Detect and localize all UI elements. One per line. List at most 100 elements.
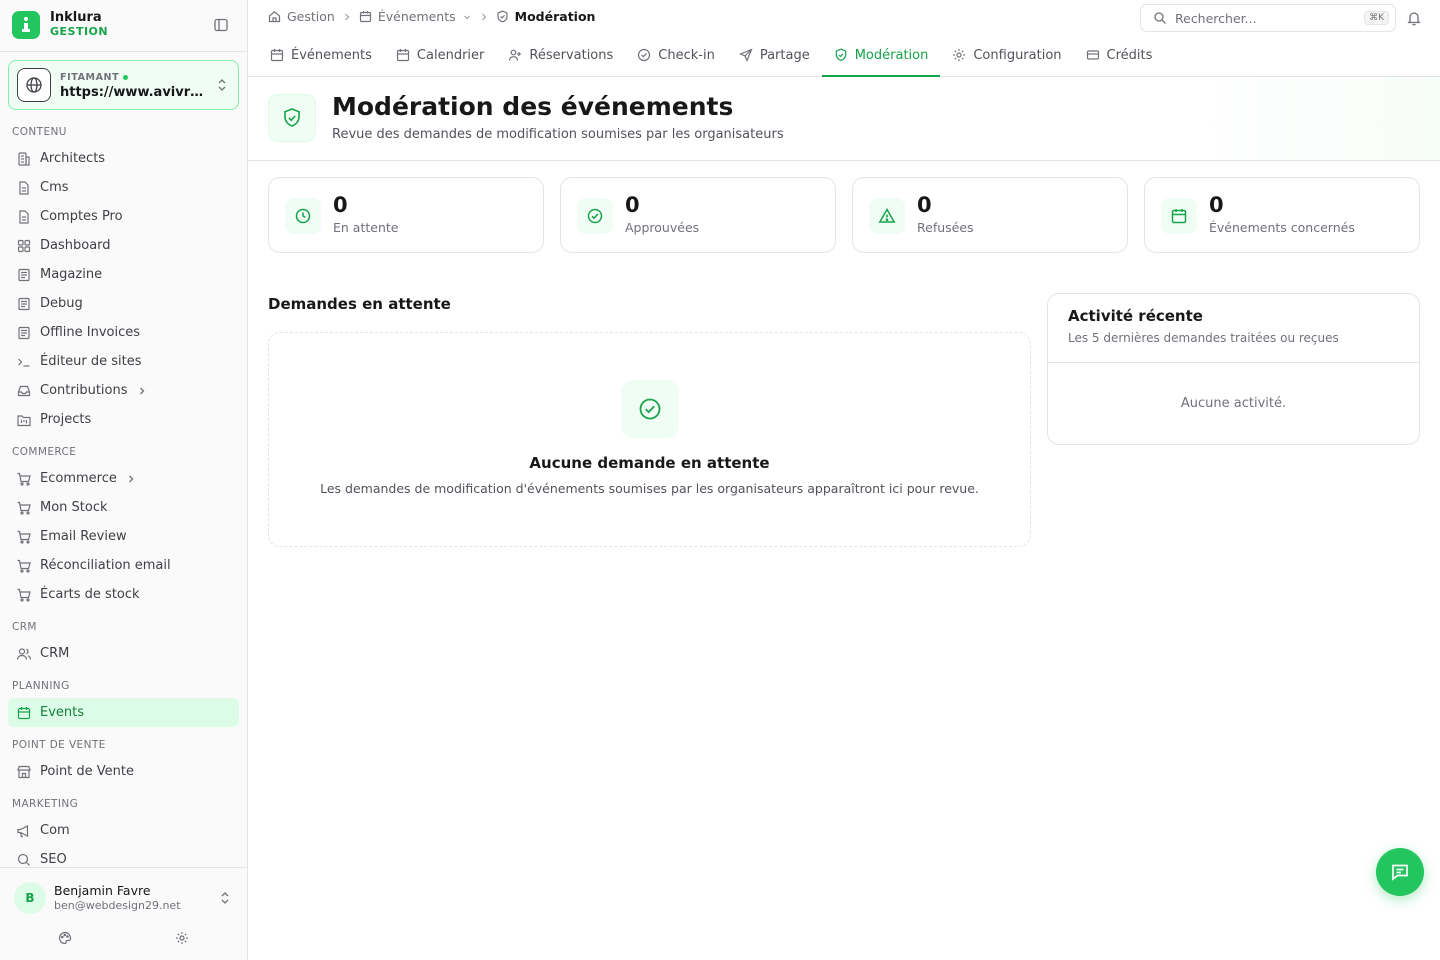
sidebar-item-label: Com — [40, 823, 70, 838]
stat-value: 0 — [333, 193, 348, 217]
tab-evenements[interactable]: Événements — [258, 34, 384, 76]
sidebar-item-editeur-sites[interactable]: Éditeur de sites — [8, 347, 239, 376]
sidebar-item-label: Contributions — [40, 383, 128, 398]
tab-configuration[interactable]: Configuration — [940, 34, 1073, 76]
sidebar-item-comptes-pro[interactable]: Comptes Pro — [8, 202, 239, 231]
circle-check-icon — [621, 380, 679, 438]
breadcrumb-parent-label: Événements — [377, 9, 456, 24]
stat-value: 0 — [625, 193, 640, 217]
shopping-cart-icon — [16, 529, 32, 545]
building-icon — [16, 151, 32, 167]
sidebar-item-magazine[interactable]: Magazine — [8, 260, 239, 289]
sidebar-item-projects[interactable]: Projects — [8, 405, 239, 434]
sidebar-item-ecommerce[interactable]: Ecommerce — [8, 464, 239, 493]
sidebar: Inklura GESTION FITAMANT https://www.avi… — [0, 0, 248, 960]
tab-label: Crédits — [1106, 47, 1153, 63]
sidebar-item-reconciliation-email[interactable]: Réconciliation email — [8, 551, 239, 580]
sidebar-item-email-review[interactable]: Email Review — [8, 522, 239, 551]
layout-grid-icon — [16, 238, 32, 254]
sidebar-item-ecarts-stock[interactable]: Écarts de stock — [8, 580, 239, 609]
chat-button[interactable] — [1376, 848, 1424, 896]
sidebar-item-debug[interactable]: Debug — [8, 289, 239, 318]
sidebar-item-architects[interactable]: Architects — [8, 144, 239, 173]
search-input[interactable] — [1175, 10, 1355, 26]
sidebar-item-label: Éditeur de sites — [40, 354, 142, 369]
sidebar-item-offline-invoices[interactable]: Offline Invoices — [8, 318, 239, 347]
inbox-icon — [16, 383, 32, 399]
credit-card-icon — [1086, 48, 1100, 62]
sidebar-item-crm[interactable]: CRM — [8, 639, 239, 668]
search-shortcut-badge: ⌘K — [1364, 11, 1389, 25]
tab-checkin[interactable]: Check-in — [625, 34, 727, 76]
tab-calendrier[interactable]: Calendrier — [384, 34, 496, 76]
calendar-icon — [270, 48, 284, 62]
file-text-icon — [16, 209, 32, 225]
brand-logo-icon — [12, 11, 40, 39]
brand-name: Inklura — [50, 10, 102, 25]
sidebar-item-label: Écarts de stock — [40, 587, 140, 602]
sidebar-item-events[interactable]: Events — [8, 698, 239, 727]
nav-section-contenu: CONTENU — [12, 126, 67, 138]
sidebar-item-cms[interactable]: Cms — [8, 173, 239, 202]
tab-reservations[interactable]: Réservations — [496, 34, 625, 76]
user-menu[interactable]: B Benjamin Favre ben@webdesign29.net — [0, 868, 247, 928]
sidebar-divider — [0, 51, 248, 52]
chevron-right-icon — [125, 473, 137, 485]
breadcrumb-current-label: Modération — [514, 9, 596, 24]
sidebar-item-mon-stock[interactable]: Mon Stock — [8, 493, 239, 522]
workspace-label: FITAMANT — [60, 72, 120, 83]
sidebar-item-point-de-vente[interactable]: Point de Vente — [8, 757, 239, 786]
sidebar-item-label: Point de Vente — [40, 764, 135, 779]
sidebar-toggle-icon[interactable] — [213, 17, 229, 33]
stat-card-events: 0 Événements concernés — [1144, 177, 1420, 253]
user-email: ben@webdesign29.net — [54, 899, 181, 912]
shield-check-icon — [268, 94, 316, 142]
sidebar-item-dashboard[interactable]: Dashboard — [8, 231, 239, 260]
stat-label: Refusées — [917, 220, 974, 235]
breadcrumb-current: Modération — [496, 9, 596, 24]
tab-partage[interactable]: Partage — [727, 34, 822, 76]
user-name: Benjamin Favre — [54, 883, 151, 898]
tab-credits[interactable]: Crédits — [1074, 34, 1165, 76]
circle-check-icon — [577, 198, 613, 234]
stat-card-refused: 0 Refusées — [852, 177, 1128, 253]
sidebar-item-label: Debug — [40, 296, 83, 311]
tab-label: Modération — [854, 47, 929, 63]
stat-value: 0 — [1209, 193, 1224, 217]
shield-check-icon — [834, 48, 848, 62]
search-box[interactable]: ⌘K — [1140, 4, 1396, 32]
activity-title: Activité récente — [1068, 307, 1203, 325]
activity-empty-text: Aucune activité. — [1180, 396, 1287, 411]
breadcrumb-home[interactable]: Gestion — [268, 9, 335, 24]
workspace-switcher[interactable]: FITAMANT https://www.avivre-paris.fr — [8, 60, 239, 110]
sidebar-item-seo[interactable]: SEO — [8, 845, 239, 866]
empty-state-title: Aucune demande en attente — [529, 454, 770, 472]
shopping-cart-icon — [16, 587, 32, 603]
recent-activity-card: Activité récente Les 5 dernières demande… — [1047, 293, 1420, 445]
tab-moderation[interactable]: Modération — [821, 34, 941, 77]
newspaper-icon — [16, 267, 32, 283]
sidebar-item-label: Mon Stock — [40, 500, 108, 515]
palette-icon[interactable] — [58, 931, 72, 945]
search-icon — [16, 852, 32, 867]
sidebar-item-com[interactable]: Com — [8, 816, 239, 845]
page-title: Modération des événements — [332, 92, 734, 121]
bell-icon[interactable] — [1406, 10, 1422, 26]
calendar-icon — [359, 10, 372, 23]
stat-value: 0 — [917, 193, 932, 217]
breadcrumb-home-label: Gestion — [287, 9, 335, 24]
nav-section-crm: CRM — [12, 621, 37, 633]
breadcrumb-parent[interactable]: Événements — [359, 9, 472, 24]
shopping-cart-icon — [16, 500, 32, 516]
brand[interactable]: Inklura GESTION — [12, 11, 108, 39]
settings-icon — [952, 48, 966, 62]
page-subtitle: Revue des demandes de modification soumi… — [332, 127, 784, 142]
settings-icon[interactable] — [175, 931, 189, 945]
user-plus-icon — [508, 48, 522, 62]
sidebar-item-contributions[interactable]: Contributions — [8, 376, 239, 405]
circle-check-icon — [637, 48, 651, 62]
chevron-right-icon — [136, 385, 148, 397]
stat-label: Événements concernés — [1209, 220, 1355, 235]
sidebar-item-label: Comptes Pro — [40, 209, 123, 224]
pending-section-title: Demandes en attente — [268, 295, 451, 313]
